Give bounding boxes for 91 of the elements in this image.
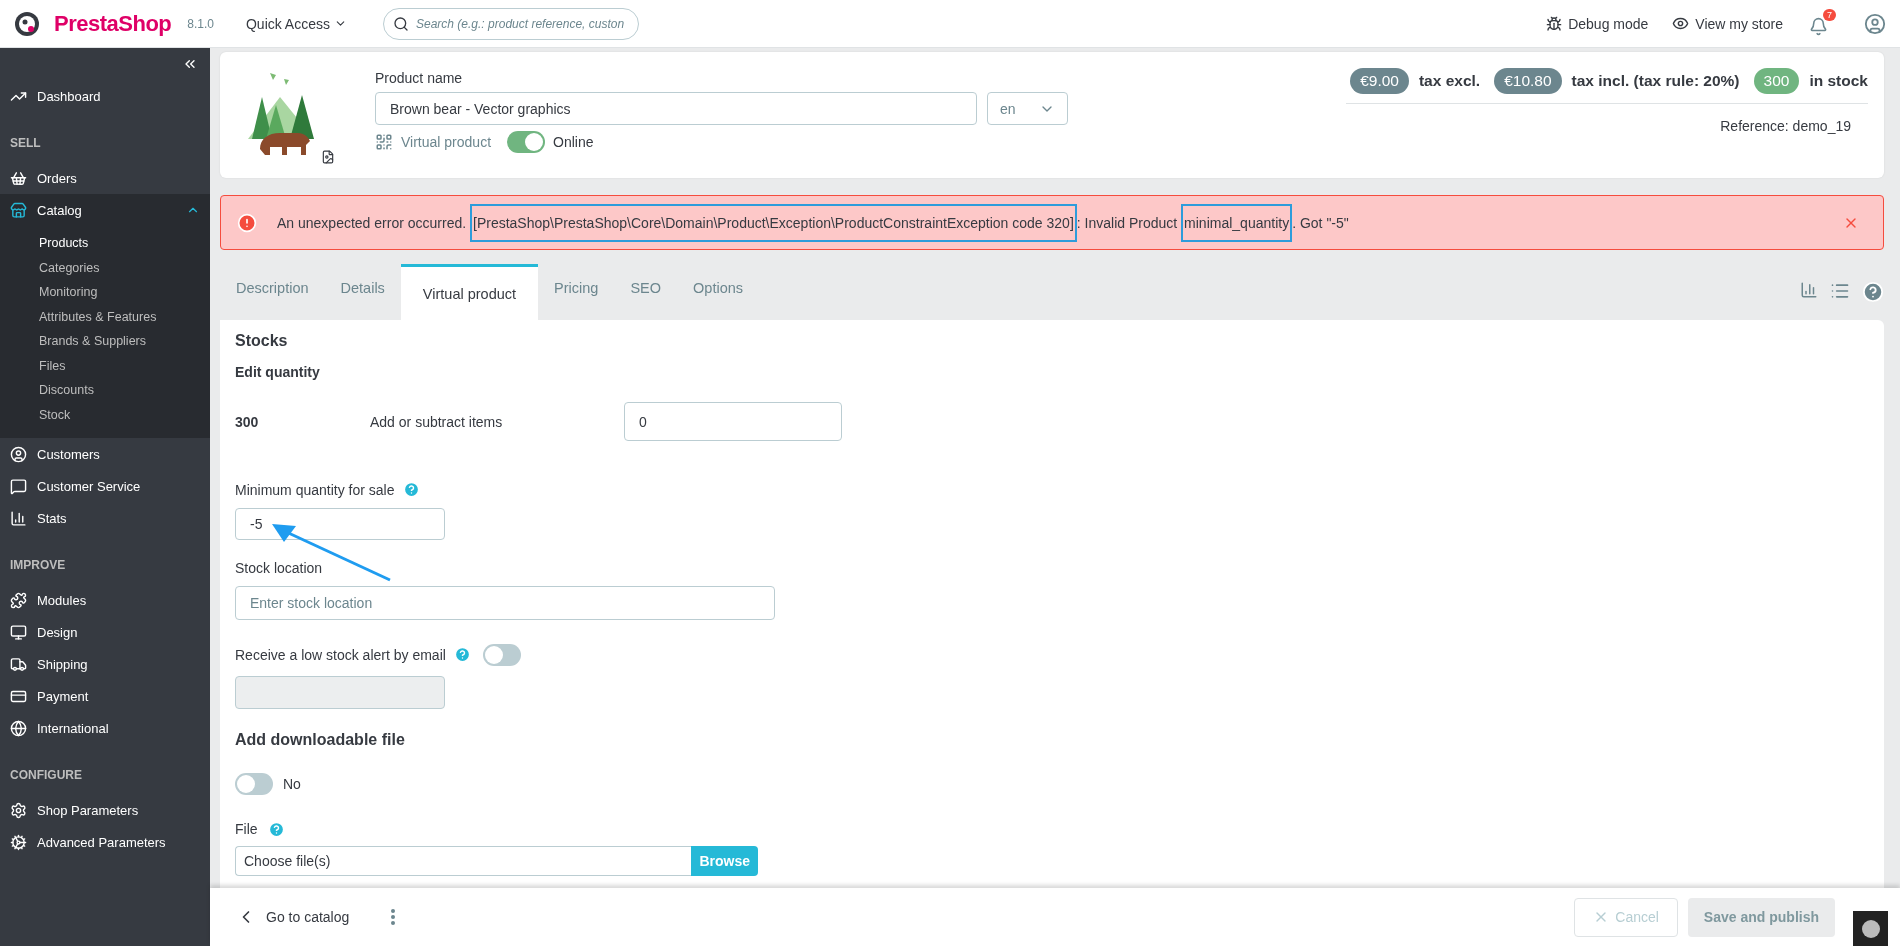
toggle-label: No (283, 775, 301, 792)
online-toggle[interactable] (507, 131, 545, 153)
bar-chart-icon (10, 509, 27, 527)
logo-text: PrestaShop (54, 10, 172, 37)
submenu-item[interactable]: Products (0, 231, 210, 256)
sidebar-item[interactable]: Shipping (0, 648, 210, 680)
user-icon[interactable] (1864, 12, 1886, 35)
sidebar-item[interactable]: Shop Parameters (0, 794, 210, 826)
submenu-item[interactable]: Brands & Suppliers (0, 329, 210, 354)
monitor-icon (10, 623, 27, 641)
field-label: Product name (375, 70, 464, 86)
badge-label: in stock (1809, 72, 1868, 90)
tab[interactable]: Virtual product (400, 264, 539, 320)
help-button[interactable] (1862, 281, 1884, 303)
search-icon (393, 15, 409, 32)
qr-code-icon (375, 133, 393, 151)
file-icon (321, 150, 335, 164)
section-heading: Stocks (235, 332, 288, 350)
sidebar-item[interactable]: Modules (0, 584, 210, 616)
sidebar-item[interactable]: Customer Service (0, 470, 210, 502)
section-heading: Add downloadable file (235, 730, 405, 749)
submenu-item[interactable]: Stock (0, 402, 210, 427)
sidebar-item[interactable]: Design (0, 616, 210, 648)
reference-text: Reference: demo_19 (1720, 118, 1851, 134)
version-text: 8.1.0 (187, 16, 214, 31)
symfony-icon[interactable] (1853, 911, 1888, 946)
subsection-heading: Edit quantity (235, 364, 320, 380)
field-label: Stock location (235, 560, 323, 577)
notifications-button[interactable]: 7 (1807, 9, 1836, 38)
user-circle-icon (10, 445, 27, 463)
submenu-item[interactable]: Discounts (0, 378, 210, 403)
field-label: File (235, 821, 258, 838)
view-store-link[interactable]: View my store (1672, 15, 1783, 32)
section-title: SELL (9, 136, 42, 150)
quantity-field[interactable]: 0 (624, 402, 842, 441)
kebab-icon (391, 909, 396, 925)
help-icon[interactable] (402, 481, 420, 498)
logo-icon (14, 10, 40, 37)
sidebar-item[interactable]: International (0, 712, 210, 744)
product-type-label: Virtual product (401, 134, 491, 150)
sidebar-item[interactable]: Catalog (0, 194, 210, 226)
help-icon[interactable] (453, 646, 471, 663)
badge-label: tax incl. (tax rule: 20%) (1571, 72, 1740, 90)
error-message: An unexpected error occurred. [PrestaShop\PrestaShop\Core\Domain\Product\Exception\ProductConstraintException code 320] : Invalid Product minimal_quantity . Got "-5" (277, 203, 1823, 242)
sidebar-item[interactable]: Advanced Parameters (0, 826, 210, 858)
submenu-item[interactable]: Attributes & Features (0, 304, 210, 329)
field-label: Minimum quantity for sale (235, 481, 395, 498)
alert-icon (237, 212, 257, 233)
more-button[interactable] (391, 909, 396, 925)
badge-label: tax excl. (1418, 72, 1481, 90)
field-label: Receive a low stock alert by email (235, 646, 446, 663)
field-label: Add or subtract items (370, 413, 504, 430)
bug-icon (1546, 15, 1563, 32)
store-icon (10, 201, 27, 219)
debug-mode-link[interactable]: Debug mode (1546, 15, 1649, 32)
sidebar-item[interactable]: Orders (0, 162, 210, 194)
toggle-label: Online (553, 134, 594, 150)
submenu-item[interactable]: Monitoring (0, 280, 210, 305)
price-badge: €9.00 (1350, 68, 1409, 94)
price-badge: €10.80 (1494, 68, 1562, 94)
sidebar-item[interactable]: Payment (0, 680, 210, 712)
quick-access-button[interactable]: Quick Access (239, 14, 353, 33)
submenu-item[interactable]: Categories (0, 255, 210, 280)
bell-icon (1809, 17, 1828, 36)
eye-icon (1672, 15, 1690, 32)
language-select[interactable]: en (987, 92, 1068, 125)
globe-icon (10, 719, 27, 737)
settings-icon (10, 801, 27, 819)
file-field[interactable]: Choose file(s) (235, 845, 692, 876)
minimum-quantity-field[interactable]: -5 (235, 508, 445, 541)
back-link[interactable]: Go to catalog (236, 907, 350, 927)
puzzle-icon (10, 591, 27, 609)
basket-icon (10, 169, 27, 187)
sidebar-item[interactable]: Dashboard (0, 80, 210, 112)
truck-icon (10, 655, 27, 673)
section-title: CONFIGURE (9, 768, 83, 782)
cog-icon (10, 833, 27, 851)
alert-toggle[interactable] (482, 643, 521, 666)
stock-location-field[interactable]: Enter stock location (235, 586, 775, 620)
message-icon (10, 477, 27, 495)
search-field[interactable]: Search (e.g.: product reference, custon (383, 7, 639, 40)
section-title: IMPROVE (9, 558, 67, 572)
notification-count: 7 (1823, 9, 1836, 21)
quantity-value: 300 (235, 413, 260, 430)
sidebar-item[interactable]: Stats (0, 502, 210, 534)
submenu-item[interactable]: Files (0, 353, 210, 378)
help-icon[interactable] (267, 820, 285, 838)
downloadable-toggle[interactable] (235, 772, 273, 795)
product-name-field[interactable]: Brown bear - Vector graphics (375, 92, 977, 125)
sidebar-item[interactable]: Customers (0, 438, 210, 470)
stock-badge: 300 (1753, 68, 1800, 94)
